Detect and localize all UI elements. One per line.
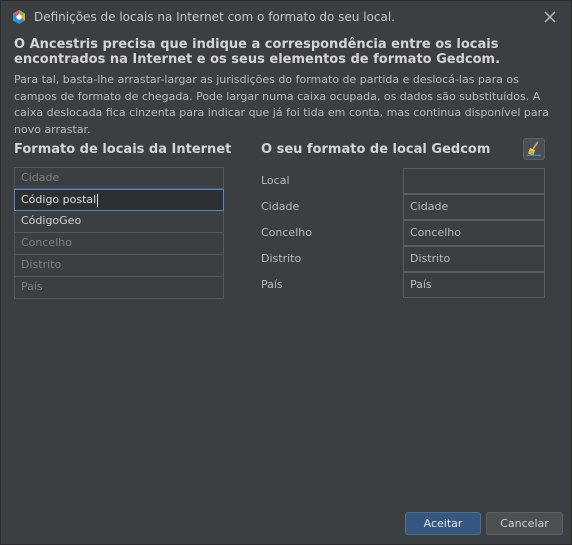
source-item-codigogeo[interactable]: CódigoGeo <box>14 211 224 233</box>
source-item-distrito[interactable]: Distrito <box>14 255 224 277</box>
target-row-concelho: Concelho Concelho <box>261 220 545 246</box>
target-drop-box-cidade[interactable]: Cidade <box>403 194 545 220</box>
window-title: Definições de locais na Internet com o f… <box>34 10 395 24</box>
source-item-pais[interactable]: País <box>14 277 224 299</box>
target-row-local: Local <box>261 168 545 194</box>
accept-button[interactable]: Aceitar <box>405 512 481 535</box>
close-icon[interactable] <box>539 7 561 27</box>
instructions-heading: O Ancestris precisa que indique a corres… <box>14 37 501 67</box>
target-label-pais: País <box>261 278 283 291</box>
target-drop-box-pais[interactable]: País <box>403 272 545 298</box>
target-row-pais: País País <box>261 272 545 298</box>
title-bar: Definições de locais na Internet com o f… <box>1 1 571 33</box>
target-label-cidade: Cidade <box>261 200 300 213</box>
target-label-distrito: Distrito <box>261 252 302 265</box>
source-item-codigo-postal[interactable]: Código postal <box>14 189 224 211</box>
source-column-title: Formato de locais da Internet <box>14 142 232 157</box>
source-item-label: Código postal <box>21 193 97 206</box>
text-caret <box>97 193 99 207</box>
source-item-concelho[interactable]: Concelho <box>14 233 224 255</box>
target-label-local: Local <box>261 174 290 187</box>
target-row-cidade: Cidade Cidade <box>261 194 545 220</box>
instructions-text: Para tal, basta-lhe arrastar-largar as j… <box>14 73 549 136</box>
target-drop-box-local[interactable] <box>403 168 545 194</box>
source-jurisdiction-list: Cidade Código postal CódigoGeo Concelho … <box>14 167 224 299</box>
clear-mapping-button[interactable] <box>523 138 545 160</box>
target-column-title: O seu formato de local Gedcom <box>261 142 491 157</box>
cancel-button[interactable]: Cancelar <box>486 512 563 535</box>
target-row-distrito: Distrito Distrito <box>261 246 545 272</box>
target-drop-box-distrito[interactable]: Distrito <box>403 246 545 272</box>
target-drop-box-concelho[interactable]: Concelho <box>403 220 545 246</box>
source-item-cidade[interactable]: Cidade <box>14 167 224 189</box>
target-label-concelho: Concelho <box>261 226 312 239</box>
dialog-window: Definições de locais na Internet com o f… <box>0 0 572 545</box>
ancestris-logo-icon <box>11 9 27 25</box>
